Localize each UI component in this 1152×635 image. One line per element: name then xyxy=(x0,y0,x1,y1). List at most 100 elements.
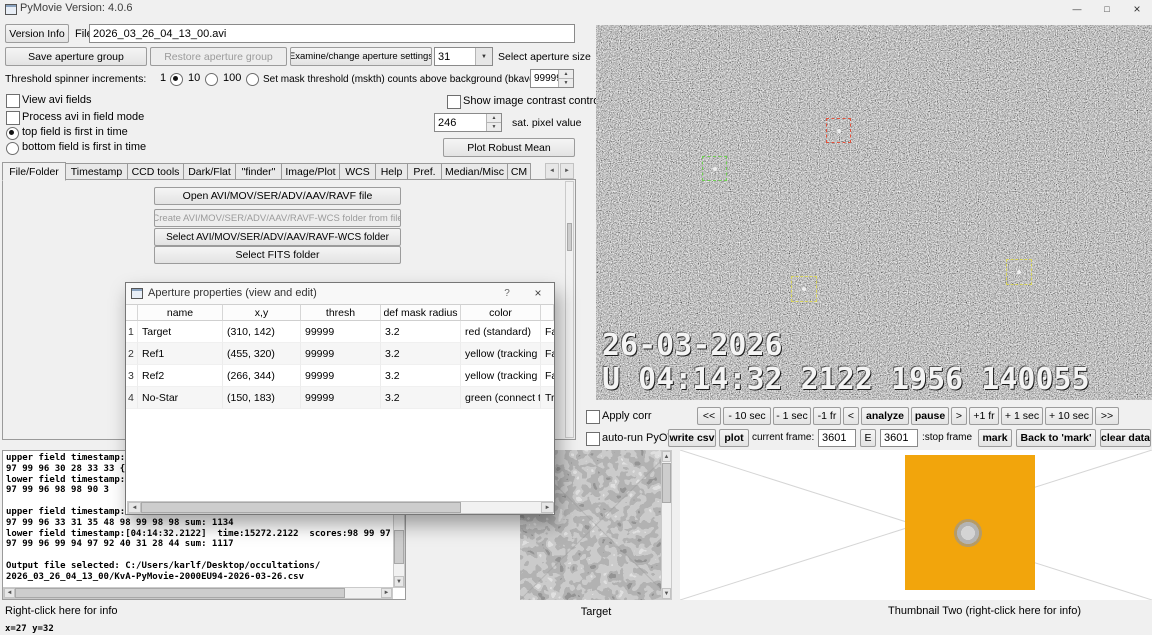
cell-color[interactable]: yellow (tracking ... xyxy=(461,343,541,365)
create-wcs-folder-button[interactable]: Create AVI/MOV/SER/ADV/AAV/RAVF-WCS fold… xyxy=(154,209,401,227)
forward-1-sec-button[interactable]: + 1 sec xyxy=(1001,407,1043,425)
fast-forward-button[interactable]: >> xyxy=(1095,407,1119,425)
tab-wcs[interactable]: WCS xyxy=(339,163,376,180)
log-hscrollbar[interactable]: ◄ ► xyxy=(3,587,393,599)
top-field-first-label[interactable]: top field is first in time xyxy=(22,126,128,138)
cell-thresh[interactable]: 99999 xyxy=(301,321,381,343)
cell-extra[interactable]: Tr xyxy=(541,387,554,409)
row-number[interactable]: 4 xyxy=(126,387,138,409)
combo-arrow-icon[interactable]: ▼ xyxy=(475,48,492,65)
cell-thresh[interactable]: 99999 xyxy=(301,387,381,409)
current-frame-input[interactable]: 3601 xyxy=(818,429,856,447)
apply-corr-label[interactable]: Apply corr xyxy=(602,410,652,422)
tab-finder[interactable]: "finder" xyxy=(235,163,282,180)
column-header-xy[interactable]: x,y xyxy=(223,304,301,321)
row-number[interactable]: 2 xyxy=(126,343,138,365)
write-csv-button[interactable]: write csv xyxy=(668,429,716,447)
scroll-up-icon[interactable]: ▲ xyxy=(662,451,671,462)
back-1-frame-button[interactable]: -1 fr xyxy=(813,407,841,425)
row-number[interactable]: 3 xyxy=(126,365,138,387)
cell-xy[interactable]: (150, 183) xyxy=(223,387,301,409)
open-file-button[interactable]: Open AVI/MOV/SER/ADV/AAV/RAVF file xyxy=(154,187,401,205)
cell-color[interactable]: red (standard) xyxy=(461,321,541,343)
video-view[interactable]: 26-03-2026 U 04:14:32 2122 1956 140055 xyxy=(596,25,1152,400)
aperture-box-yellow-2[interactable] xyxy=(1006,259,1032,285)
increment-1-radio[interactable] xyxy=(170,73,183,86)
table-row[interactable]: 2 Ref1 (455, 320) 99999 3.2 yellow (trac… xyxy=(126,343,554,365)
tab-ccd-tools[interactable]: CCD tools xyxy=(127,163,184,180)
dialog-hscrollbar[interactable]: ◄ ► xyxy=(127,501,553,514)
increment-1-label[interactable]: 1 xyxy=(160,72,166,84)
view-avi-fields-checkbox[interactable] xyxy=(6,94,20,108)
aperture-box-yellow-1[interactable] xyxy=(791,276,817,302)
titlebar[interactable]: PyMovie Version: 4.0.6 — □ × xyxy=(0,0,1152,18)
rewind-button[interactable]: << xyxy=(697,407,721,425)
show-contrast-checkbox[interactable] xyxy=(447,95,461,109)
table-row[interactable]: 4 No-Star (150, 183) 99999 3.2 green (co… xyxy=(126,387,554,409)
cell-radius[interactable]: 3.2 xyxy=(381,321,461,343)
clear-data-button[interactable]: clear data xyxy=(1100,429,1151,447)
close-button[interactable]: × xyxy=(1122,0,1152,18)
dialog-close-button[interactable]: × xyxy=(524,284,552,302)
process-field-mode-label[interactable]: Process avi in field mode xyxy=(22,111,144,123)
scroll-down-icon[interactable]: ▼ xyxy=(662,588,671,599)
select-wcs-folder-button[interactable]: Select AVI/MOV/SER/ADV/AAV/RAVF-WCS fold… xyxy=(154,228,401,246)
auto-run-pyote-checkbox[interactable] xyxy=(586,432,600,446)
increment-10-label[interactable]: 10 xyxy=(188,72,200,84)
forward-1-frame-button[interactable]: +1 fr xyxy=(969,407,999,425)
back-to-mark-button[interactable]: Back to 'mark' xyxy=(1016,429,1096,447)
target-vscrollbar-thumb[interactable] xyxy=(662,463,671,503)
column-header-color[interactable]: color xyxy=(461,304,541,321)
forward-10-sec-button[interactable]: + 10 sec xyxy=(1045,407,1093,425)
cell-name[interactable]: Ref2 xyxy=(138,365,223,387)
cell-name[interactable]: Target xyxy=(138,321,223,343)
aperture-box-red[interactable] xyxy=(826,118,851,143)
tab-scroll-right-icon[interactable]: ► xyxy=(560,163,574,179)
analyze-button[interactable]: analyze xyxy=(861,407,909,425)
bottom-field-first-radio[interactable] xyxy=(6,142,19,155)
back-10-sec-button[interactable]: - 10 sec xyxy=(723,407,771,425)
process-field-mode-checkbox[interactable] xyxy=(6,111,20,125)
step-forward-button[interactable]: > xyxy=(951,407,967,425)
scroll-right-icon[interactable]: ► xyxy=(541,502,554,513)
top-field-first-radio[interactable] xyxy=(6,127,19,140)
cell-xy[interactable]: (455, 320) xyxy=(223,343,301,365)
stop-frame-input[interactable]: 3601 xyxy=(880,429,918,447)
cell-extra[interactable]: Fa xyxy=(541,365,554,387)
select-fits-folder-button[interactable]: Select FITS folder xyxy=(154,246,401,264)
show-contrast-label[interactable]: Show image contrast control xyxy=(463,95,602,107)
aperture-box-green[interactable] xyxy=(702,156,727,181)
column-header-name[interactable]: name xyxy=(138,304,223,321)
increment-100-radio[interactable] xyxy=(246,73,259,86)
scroll-right-icon[interactable]: ► xyxy=(381,588,392,598)
column-header-radius[interactable]: def mask radius xyxy=(381,304,461,321)
status-info[interactable]: Right-click here for info xyxy=(5,605,118,617)
cell-name[interactable]: Ref1 xyxy=(138,343,223,365)
spinner-arrows[interactable]: ▲▼ xyxy=(486,114,501,131)
column-header-thresh[interactable]: thresh xyxy=(301,304,381,321)
aperture-size-combobox[interactable]: 31 ▼ xyxy=(434,47,493,66)
table-row[interactable]: 3 Ref2 (266, 344) 99999 3.2 yellow (trac… xyxy=(126,365,554,387)
tab-file-folder[interactable]: File/Folder xyxy=(2,162,66,181)
pause-button[interactable]: pause xyxy=(911,407,949,425)
scroll-left-icon[interactable]: ◄ xyxy=(128,502,141,513)
cell-radius[interactable]: 3.2 xyxy=(381,365,461,387)
cell-extra[interactable]: Fa xyxy=(541,321,554,343)
row-number[interactable]: 1 xyxy=(126,321,138,343)
log-vscrollbar-thumb[interactable] xyxy=(394,530,404,564)
cell-color[interactable]: green (connect t... xyxy=(461,387,541,409)
thumbnail-two-label[interactable]: Thumbnail Two (right-click here for info… xyxy=(888,605,1081,617)
panel-scrollbar[interactable] xyxy=(565,181,574,438)
version-info-button[interactable]: Version Info xyxy=(5,24,69,43)
mark-button[interactable]: mark xyxy=(978,429,1012,447)
cell-xy[interactable]: (266, 344) xyxy=(223,365,301,387)
log-hscrollbar-thumb[interactable] xyxy=(15,588,345,598)
plot-button[interactable]: plot xyxy=(719,429,749,447)
dialog-hscrollbar-thumb[interactable] xyxy=(141,502,461,513)
increment-10-radio[interactable] xyxy=(205,73,218,86)
bottom-field-first-label[interactable]: bottom field is first in time xyxy=(22,141,146,153)
cell-thresh[interactable]: 99999 xyxy=(301,365,381,387)
tab-image-plot[interactable]: Image/Plot xyxy=(281,163,340,180)
dialog-help-button[interactable]: ? xyxy=(494,284,520,302)
tab-timestamp[interactable]: Timestamp xyxy=(65,163,128,180)
